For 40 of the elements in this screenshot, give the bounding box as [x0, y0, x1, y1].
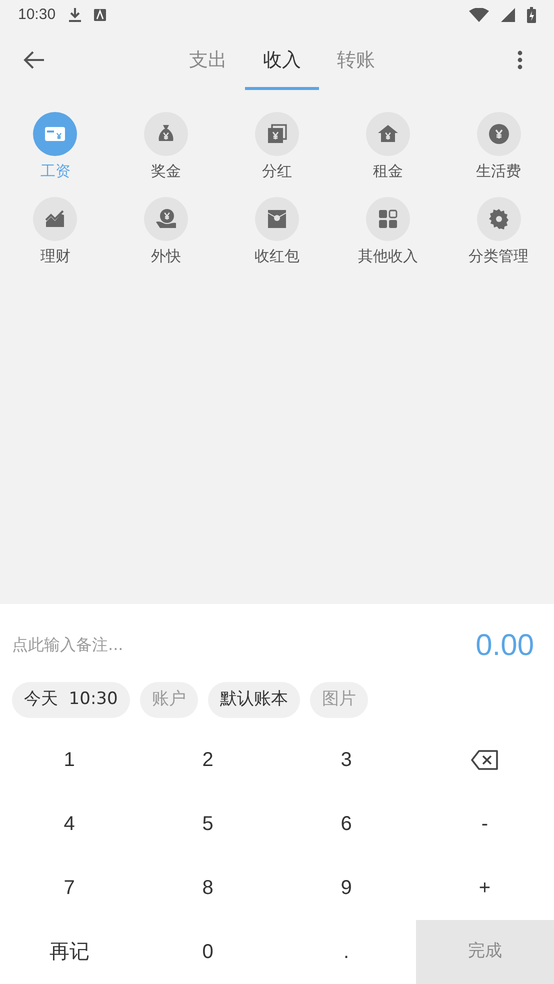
status-time: 10:30: [18, 4, 56, 25]
back-arrow-icon: [23, 51, 45, 69]
keypad-key[interactable]: 8: [138, 856, 277, 920]
category-item[interactable]: 其他收入: [332, 196, 444, 267]
keypad-key[interactable]: 9: [277, 856, 416, 920]
keypad-key[interactable]: 4: [0, 792, 138, 856]
download-icon: [68, 7, 82, 23]
keypad-key[interactable]: 2: [138, 728, 277, 792]
category-item[interactable]: 理财: [0, 196, 111, 267]
keypad-key[interactable]: 6: [277, 792, 416, 856]
keypad-key[interactable]: +: [416, 856, 554, 920]
category-item[interactable]: 收红包: [222, 196, 332, 267]
keypad-key[interactable]: 1: [0, 728, 138, 792]
notification-icon: [94, 9, 106, 21]
keypad-key[interactable]: .: [277, 920, 416, 984]
category-item[interactable]: 租金: [332, 112, 444, 182]
category-item[interactable]: 外快: [110, 196, 222, 267]
category-item[interactable]: 奖金: [110, 112, 222, 182]
keypad-key[interactable]: 0: [138, 920, 277, 984]
category-item[interactable]: 分类管理: [443, 196, 554, 267]
wifi-icon: [469, 8, 489, 22]
yuan-coin-icon: [486, 122, 511, 146]
category-item[interactable]: 分红: [222, 112, 332, 182]
settings-icon: [486, 206, 511, 230]
battery-icon: [527, 7, 536, 23]
hand-coin-icon: [154, 206, 178, 230]
keypad-key[interactable]: 3: [277, 728, 416, 792]
chip[interactable]: 今天 10:30: [12, 682, 130, 718]
keypad-key[interactable]: -: [416, 792, 554, 856]
keypad-key[interactable]: 再记: [0, 920, 138, 984]
keypad-key[interactable]: 5: [138, 792, 277, 856]
category-item[interactable]: 生活费: [443, 112, 554, 182]
note-field[interactable]: 点此输入备注...: [12, 633, 476, 657]
chip[interactable]: 默认账本: [208, 682, 300, 718]
tab[interactable]: 收入: [245, 30, 319, 90]
more-icon: [517, 50, 523, 70]
backspace-icon: [470, 750, 499, 770]
keypad-key[interactable]: 7: [0, 856, 138, 920]
signal-icon: [501, 8, 515, 22]
amount-display: 0.00: [476, 628, 534, 664]
